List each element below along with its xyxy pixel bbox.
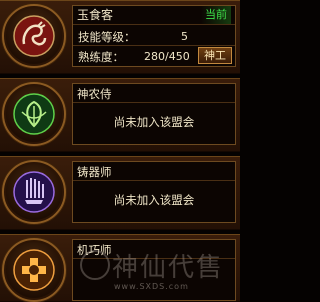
proficiency-value: 280/450: [144, 50, 190, 63]
info-divider: [73, 102, 235, 103]
guild-info: 机巧师: [72, 239, 236, 301]
skill-level-value: 5: [181, 30, 188, 43]
guild-status: 尚未加入该盟会: [113, 193, 195, 207]
guild-emblem[interactable]: [2, 160, 66, 224]
current-status-badge: 当前: [201, 6, 231, 24]
guild-panel: 神农侍 尚未加入该盟会: [0, 78, 240, 152]
info-divider: [73, 258, 235, 259]
guild-emblem[interactable]: [2, 238, 66, 302]
guild-panel: 铸器师 尚未加入该盟会: [0, 156, 240, 230]
tools-emblem-icon: [13, 171, 55, 213]
gear-emblem-icon: [13, 249, 55, 291]
guild-info: 神农侍 尚未加入该盟会: [72, 83, 236, 145]
info-divider: [73, 45, 235, 46]
skill-level-label: 技能等级：: [78, 30, 136, 44]
profession-info: 玉食客 当前 技能等级： 5 熟练度： 280/450 神工: [72, 5, 236, 67]
profession-panel: 玉食客 当前 技能等级： 5 熟练度： 280/450 神工: [0, 0, 240, 74]
info-divider: [73, 24, 235, 25]
guild-emblem[interactable]: [2, 82, 66, 146]
info-divider: [73, 180, 235, 181]
guild-info: 铸器师 尚未加入该盟会: [72, 161, 236, 223]
dragon-emblem-icon: [13, 15, 55, 57]
profession-emblem[interactable]: [2, 4, 66, 68]
guild-panel: 机巧师: [0, 234, 240, 302]
proficiency-label: 熟练度：: [78, 50, 124, 64]
guild-title: 神农侍: [77, 87, 112, 101]
shengong-button[interactable]: 神工: [198, 47, 232, 64]
leaf-emblem-icon: [13, 93, 55, 135]
guild-title: 铸器师: [77, 165, 112, 179]
guild-title: 机巧师: [77, 243, 112, 257]
guild-status: 尚未加入该盟会: [113, 115, 195, 129]
